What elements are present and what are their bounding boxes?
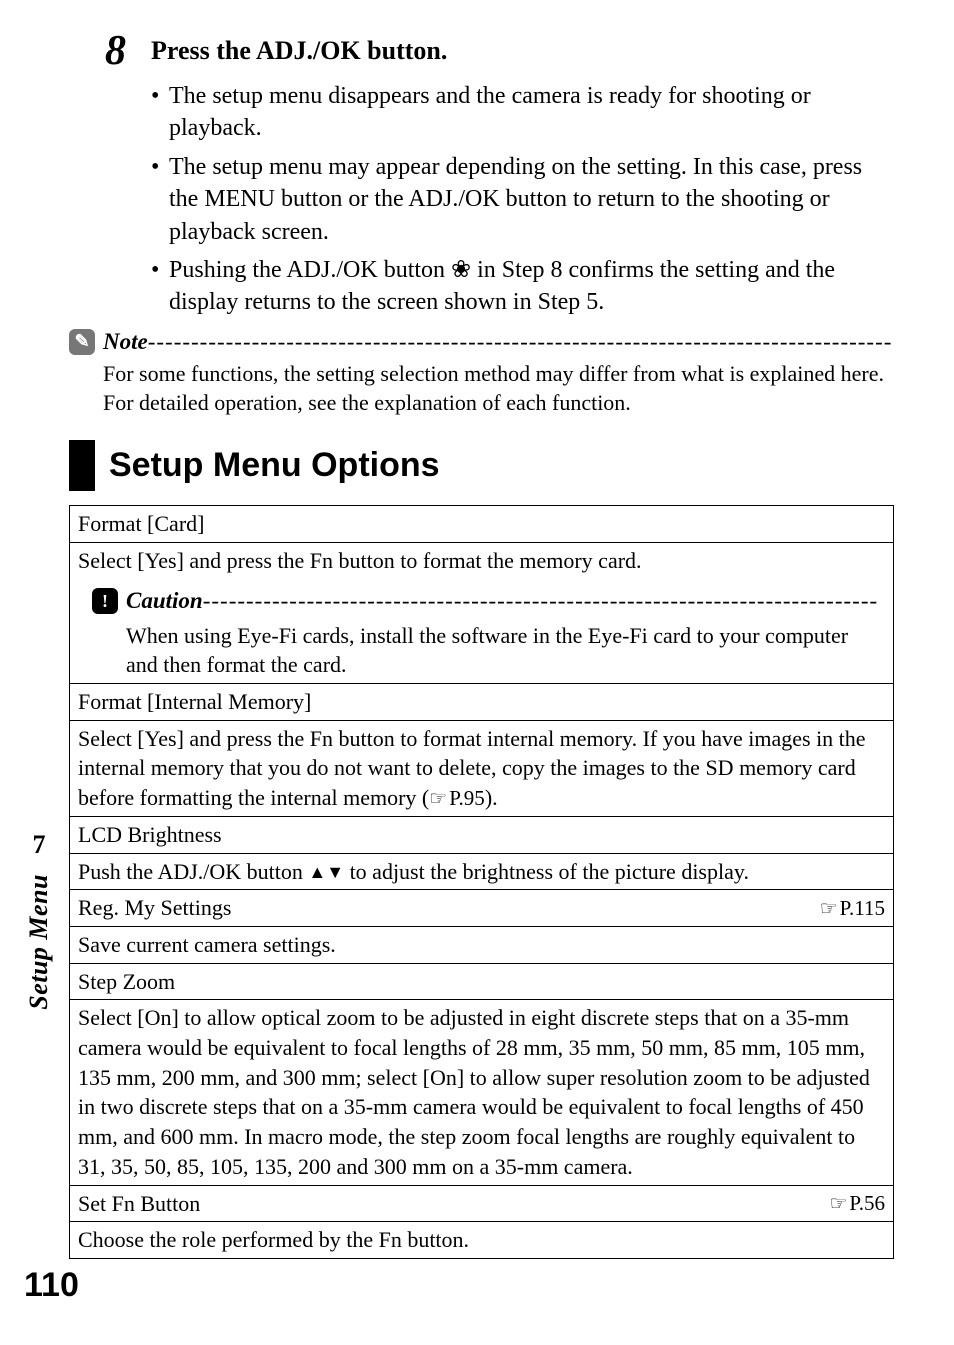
chapter-title: Setup Menu xyxy=(24,874,54,1010)
option-title: LCD Brightness xyxy=(70,816,894,853)
step-bullet: The setup menu disappears and the camera… xyxy=(151,80,894,145)
option-title: Format [Card] xyxy=(70,506,894,543)
step-number: 8 xyxy=(105,30,151,72)
caution-block: ! Caution ------------------------------… xyxy=(92,585,885,679)
option-text: ). xyxy=(485,785,498,810)
option-body: Select [Yes] and press the Fn button to … xyxy=(70,542,894,683)
option-title-text: Set Fn Button xyxy=(78,1189,200,1219)
section-marker xyxy=(69,440,95,491)
option-title: Reg. My Settings ☞P.115 xyxy=(70,890,894,927)
page-ref: P.95 xyxy=(449,786,485,810)
caution-label: Caution xyxy=(126,585,203,616)
caution-body: When using Eye-Fi cards, install the sof… xyxy=(126,621,885,680)
note-label: Note xyxy=(103,329,148,355)
note-icon: ✎ xyxy=(69,329,95,355)
option-body: Push the ADJ./OK button ▲▼ to adjust the… xyxy=(70,853,894,890)
option-text: Select [Yes] and press the Fn button to … xyxy=(78,546,885,576)
step-title: Press the ADJ./OK button. xyxy=(151,30,447,66)
option-text: Push the ADJ./OK button xyxy=(78,859,308,884)
section-heading: Setup Menu Options xyxy=(69,440,894,491)
option-title: Set Fn Button ☞P.56 xyxy=(70,1185,894,1222)
option-title: Format [Internal Memory] xyxy=(70,683,894,720)
option-body: Choose the role performed by the Fn butt… xyxy=(70,1222,894,1259)
page-ref: ☞P.56 xyxy=(829,1189,885,1218)
option-title: Step Zoom xyxy=(70,963,894,1000)
section-title: Setup Menu Options xyxy=(95,440,454,491)
step-row: 8 Press the ADJ./OK button. xyxy=(105,30,894,72)
note-body: For some functions, the setting selectio… xyxy=(103,359,894,418)
pointer-icon: ☞ xyxy=(829,1193,847,1215)
page-number: 110 xyxy=(24,1266,79,1305)
pointer-icon: ☞ xyxy=(820,898,838,920)
step-bullet: Pushing the ADJ./OK button ❀ in Step 8 c… xyxy=(151,254,894,319)
option-text: to adjust the brightness of the picture … xyxy=(344,859,749,884)
caution-icon: ! xyxy=(92,588,118,614)
caution-dashes: ----------------------------------------… xyxy=(203,585,885,616)
pointer-icon: ☞ xyxy=(429,788,447,810)
up-down-icon: ▲▼ xyxy=(308,862,344,882)
page-ref-text: P.115 xyxy=(840,896,885,920)
chapter-number: 7 xyxy=(33,830,46,860)
note-block: ✎ Note ---------------------------------… xyxy=(69,329,894,418)
note-dashes: ----------------------------------------… xyxy=(148,329,894,355)
option-body: Select [Yes] and press the Fn button to … xyxy=(70,720,894,816)
options-table: Format [Card] Select [Yes] and press the… xyxy=(69,505,894,1259)
option-body: Select [On] to allow optical zoom to be … xyxy=(70,1000,894,1185)
step-bullet: The setup menu may appear depending on t… xyxy=(151,151,894,248)
option-body: Save current camera settings. xyxy=(70,927,894,964)
step-bullets: The setup menu disappears and the camera… xyxy=(151,80,894,319)
page-ref-text: P.56 xyxy=(849,1191,885,1215)
page-ref: ☞P.115 xyxy=(820,894,885,923)
side-tab: 7 Setup Menu xyxy=(24,830,54,1010)
option-title-text: Reg. My Settings xyxy=(78,893,231,923)
